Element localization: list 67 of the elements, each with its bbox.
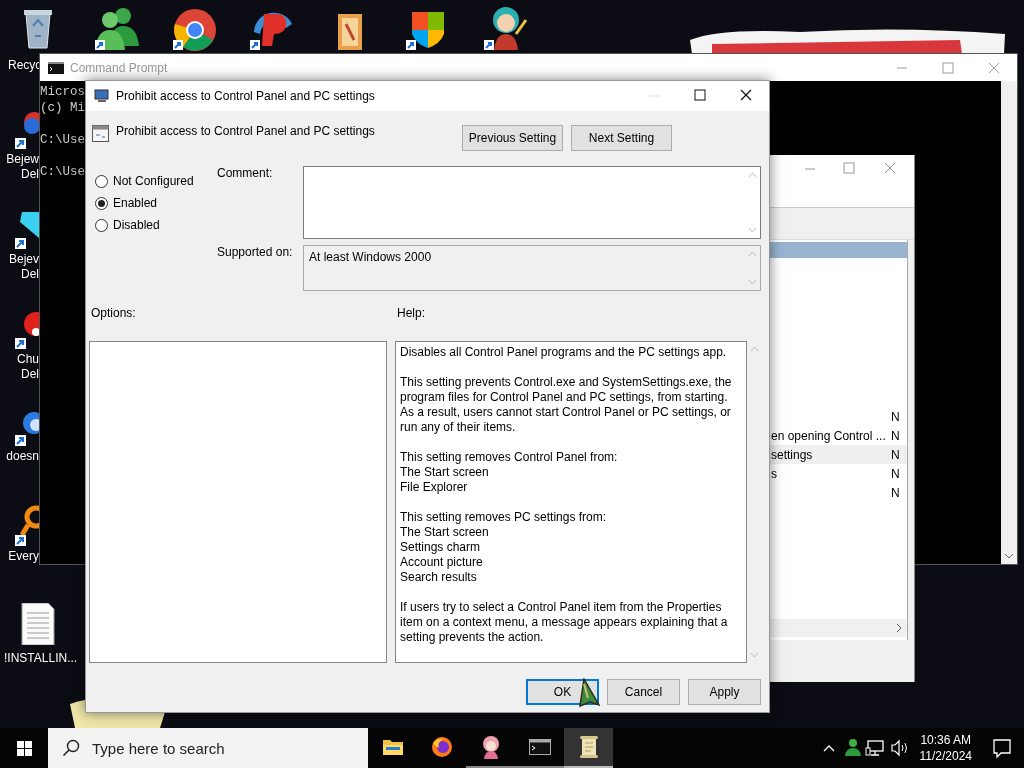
window-title: Prohibit access to Control Panel and PC settings bbox=[116, 89, 375, 103]
clock[interactable]: 10:36 AM 11/2/2024 bbox=[911, 732, 980, 764]
options-label: Options: bbox=[90, 306, 137, 322]
icon-label: Del bbox=[21, 267, 39, 282]
policy-icon bbox=[92, 125, 109, 142]
document-icon[interactable] bbox=[18, 603, 58, 645]
people-shortcut-icon[interactable] bbox=[93, 6, 141, 52]
help-text: Account picture bbox=[400, 555, 484, 570]
console-text: (c) Mi bbox=[40, 101, 85, 115]
console-icon bbox=[48, 61, 64, 74]
icon-label: !INSTALLIN... bbox=[4, 651, 78, 666]
console-text: C:\Use bbox=[40, 165, 85, 179]
scrollbar[interactable] bbox=[770, 619, 907, 637]
search-field[interactable]: Type here to search bbox=[48, 728, 368, 768]
help-text: The Start screen bbox=[400, 525, 490, 540]
radio-option[interactable]: Not Configured bbox=[95, 164, 213, 192]
search-icon bbox=[62, 739, 80, 757]
chevron-right-icon[interactable] bbox=[895, 623, 903, 633]
previous-setting-button[interactable]: Previous Setting bbox=[462, 125, 563, 151]
help-text: This setting removes PC settings from: bbox=[400, 510, 608, 525]
radio-button[interactable] bbox=[95, 196, 108, 210]
icon-label: doesn bbox=[6, 449, 39, 464]
supported-on-field: At least Windows 2000 bbox=[303, 245, 761, 291]
icon-label: Bejev bbox=[8, 252, 39, 267]
folder-icon bbox=[381, 738, 404, 756]
browser-shortcut-icon[interactable] bbox=[171, 6, 219, 52]
policy-row[interactable]: N bbox=[770, 483, 907, 502]
help-text: Disables all Control Panel programs and the PC settings app. bbox=[400, 345, 728, 360]
help-text: This setting prevents Control.exe and SystemSettings.exe, the program files for Control Panel and PC settings, from starting. As a result, users cannot start Control Panel or PC settings, or run any of their items. bbox=[400, 375, 733, 435]
help-text: File Explorer bbox=[400, 480, 469, 495]
radio-button[interactable] bbox=[95, 218, 108, 232]
icon-label: Del bbox=[21, 167, 39, 182]
console-text: C:\Use bbox=[40, 133, 85, 147]
policy-row[interactable]: s N bbox=[770, 464, 907, 483]
scroll-icon bbox=[578, 735, 599, 759]
icon-label: Bejew bbox=[6, 152, 39, 167]
window-title: Command Prompt bbox=[70, 60, 168, 75]
help-label: Help: bbox=[397, 306, 425, 322]
browser-icon bbox=[430, 736, 453, 758]
policy-row[interactable]: settings N bbox=[770, 445, 907, 464]
cursor-icon bbox=[578, 678, 600, 708]
help-text: The Start screen bbox=[400, 465, 490, 480]
character-shortcut-icon[interactable] bbox=[482, 4, 530, 52]
help-text: If users try to select a Control Panel item from the Properties item on a context menu, a message appears explaining that a setting prevents the action. bbox=[400, 600, 729, 645]
computer-icon bbox=[94, 88, 110, 104]
icon-label: Del bbox=[21, 367, 39, 382]
help-text: This setting removes Control Panel from: bbox=[400, 450, 619, 465]
next-setting-button[interactable]: Next Setting bbox=[571, 125, 672, 151]
radio-button[interactable] bbox=[95, 174, 108, 188]
policy-heading: Prohibit access to Control Panel and PC settings bbox=[116, 124, 376, 138]
supported-label: Supported on: bbox=[217, 245, 294, 259]
comment-label: Comment: bbox=[217, 166, 274, 182]
help-text: Settings charm bbox=[400, 540, 482, 555]
shortcut-icon[interactable] bbox=[14, 505, 39, 547]
dialog-button[interactable]: Apply bbox=[688, 679, 761, 705]
chevron-down-icon[interactable] bbox=[1004, 552, 1014, 560]
console-text: Micros bbox=[40, 85, 85, 99]
policy-row[interactable]: en opening Control ... N bbox=[770, 426, 907, 445]
dialog-button[interactable]: Cancel bbox=[607, 679, 680, 705]
policy-row[interactable]: N bbox=[770, 407, 907, 426]
scroll-app-button[interactable] bbox=[564, 728, 613, 768]
scrollbar[interactable] bbox=[1001, 81, 1017, 564]
icon-label: Every bbox=[8, 549, 39, 564]
radio-option[interactable]: Disabled bbox=[95, 208, 213, 236]
icon-label: Chu bbox=[17, 352, 39, 367]
console-icon bbox=[528, 739, 551, 755]
help-text: Search results bbox=[400, 570, 478, 585]
